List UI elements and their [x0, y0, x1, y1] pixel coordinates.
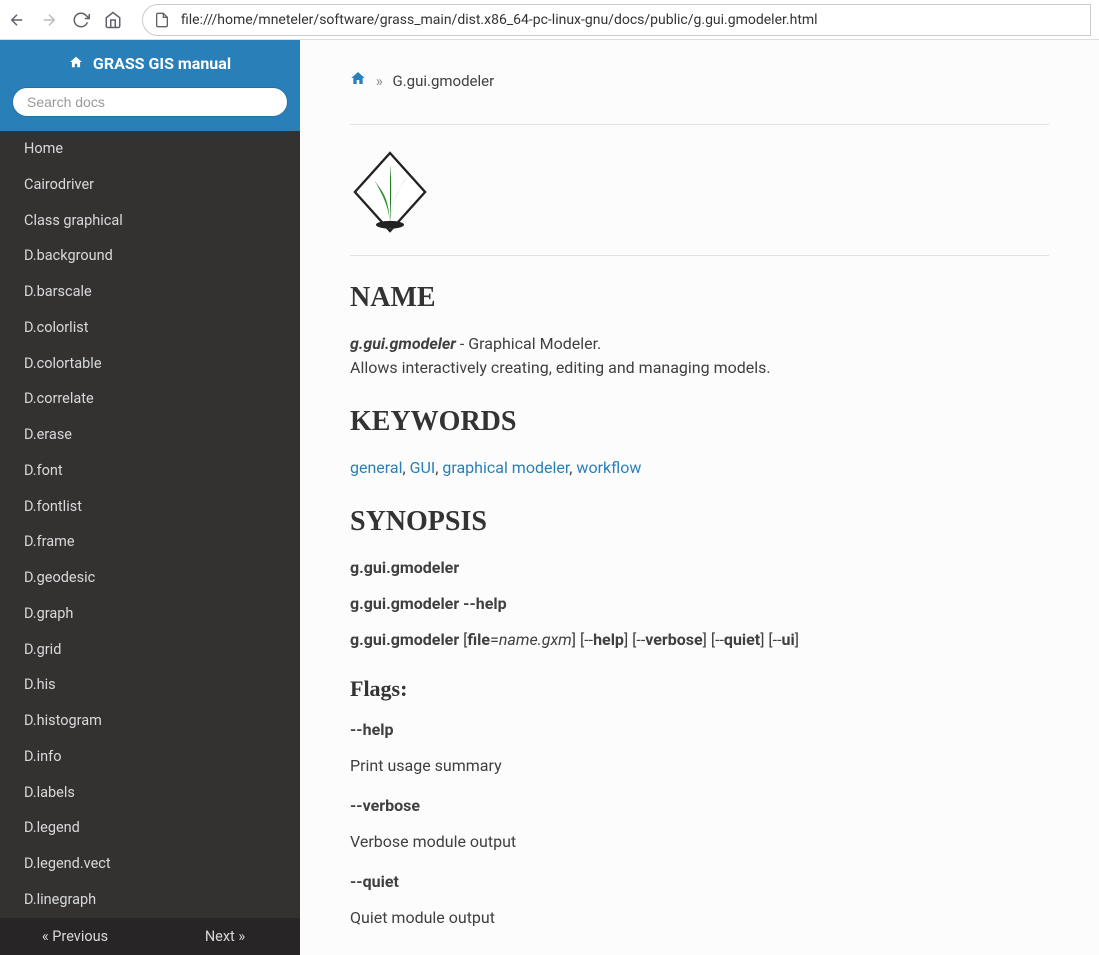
synopsis-line3: g.gui.gmodeler [file=name.gxm] [--help] …	[350, 628, 1049, 652]
sidebar-item[interactable]: Home	[0, 131, 300, 167]
heading-synopsis: SYNOPSIS	[350, 506, 1049, 538]
nav-button-group	[8, 11, 122, 29]
prev-button[interactable]: « Previous	[0, 918, 150, 955]
sidebar-item[interactable]: D.legend.vect	[0, 846, 300, 882]
sidebar: GRASS GIS manual HomeCairodriverClass gr…	[0, 40, 300, 955]
sidebar-item[interactable]: D.geodesic	[0, 560, 300, 596]
sidebar-item[interactable]: D.background	[0, 238, 300, 274]
divider	[350, 124, 1049, 125]
back-icon[interactable]	[8, 11, 26, 29]
sidebar-item[interactable]: Cairodriver	[0, 167, 300, 203]
sidebar-item[interactable]: D.correlate	[0, 381, 300, 417]
sidebar-title: GRASS GIS manual	[93, 54, 231, 73]
divider	[350, 255, 1049, 256]
next-button[interactable]: Next »	[150, 918, 300, 955]
file-icon	[153, 11, 171, 29]
flag-desc: Verbose module output	[350, 830, 1049, 854]
tool-desc: Allows interactively creating, editing a…	[350, 358, 771, 377]
sidebar-item[interactable]: D.frame	[0, 524, 300, 560]
sidebar-item[interactable]: D.linegraph	[0, 882, 300, 918]
sidebar-item[interactable]: D.grid	[0, 632, 300, 668]
keywords-line: general, GUI, graphical modeler, workflo…	[350, 456, 1049, 480]
flags-block: --help Print usage summary --verbose Verbos…	[350, 718, 1049, 930]
pagination: « Previous Next »	[0, 918, 300, 955]
sidebar-item[interactable]: D.histogram	[0, 703, 300, 739]
sidebar-item[interactable]: D.labels	[0, 775, 300, 811]
breadcrumb-current: G.gui.gmodeler	[393, 72, 495, 90]
sidebar-item[interactable]: D.info	[0, 739, 300, 775]
flag-desc: Quiet module output	[350, 906, 1049, 930]
search-wrap	[0, 87, 300, 131]
flag-term: --verbose	[350, 794, 1049, 818]
flag-desc: Print usage summary	[350, 754, 1049, 778]
sidebar-item[interactable]: D.colorlist	[0, 310, 300, 346]
heading-flags: Flags:	[350, 676, 1049, 702]
keyword-link[interactable]: graphical modeler	[442, 458, 569, 477]
keyword-link[interactable]: workflow	[576, 458, 641, 477]
sidebar-item[interactable]: D.legend	[0, 810, 300, 846]
name-line: g.gui.gmodeler - Graphical Modeler. Allo…	[350, 332, 1049, 380]
tool-name: g.gui.gmodeler	[350, 334, 456, 353]
heading-name: NAME	[350, 282, 1049, 314]
forward-icon[interactable]	[40, 11, 58, 29]
home-icon[interactable]	[104, 11, 122, 29]
url-bar[interactable]: file:///home/mneteler/software/grass_mai…	[142, 4, 1091, 36]
search-input[interactable]	[12, 87, 288, 117]
sidebar-item[interactable]: D.his	[0, 667, 300, 703]
sidebar-item[interactable]: D.font	[0, 453, 300, 489]
sidebar-home-icon	[69, 54, 87, 73]
sidebar-header[interactable]: GRASS GIS manual	[0, 40, 300, 87]
sidebar-item[interactable]: Class graphical	[0, 203, 300, 239]
sidebar-item[interactable]: D.colortable	[0, 346, 300, 382]
grass-logo	[350, 147, 430, 237]
url-text: file:///home/mneteler/software/grass_mai…	[181, 12, 1080, 28]
flag-term: --help	[350, 718, 1049, 742]
synopsis-line2: g.gui.gmodeler --help	[350, 594, 507, 613]
breadcrumb-sep: »	[376, 72, 383, 90]
keyword-link[interactable]: general	[350, 458, 403, 477]
sidebar-item[interactable]: D.graph	[0, 596, 300, 632]
sidebar-nav: HomeCairodriverClass graphicalD.backgrou…	[0, 131, 300, 918]
sidebar-item[interactable]: D.fontlist	[0, 489, 300, 525]
reload-icon[interactable]	[72, 11, 90, 29]
synopsis-line1: g.gui.gmodeler	[350, 558, 459, 577]
breadcrumb: » G.gui.gmodeler	[350, 60, 1049, 106]
browser-chrome: file:///home/mneteler/software/grass_mai…	[0, 0, 1099, 40]
sidebar-item[interactable]: D.barscale	[0, 274, 300, 310]
sidebar-item[interactable]: D.erase	[0, 417, 300, 453]
heading-keywords: KEYWORDS	[350, 406, 1049, 438]
content-area: » G.gui.gmodeler NAME g.gui.gmodeler - G…	[300, 40, 1099, 955]
flag-term: --quiet	[350, 870, 1049, 894]
breadcrumb-home-icon[interactable]	[350, 72, 370, 90]
keyword-link[interactable]: GUI	[410, 458, 436, 477]
